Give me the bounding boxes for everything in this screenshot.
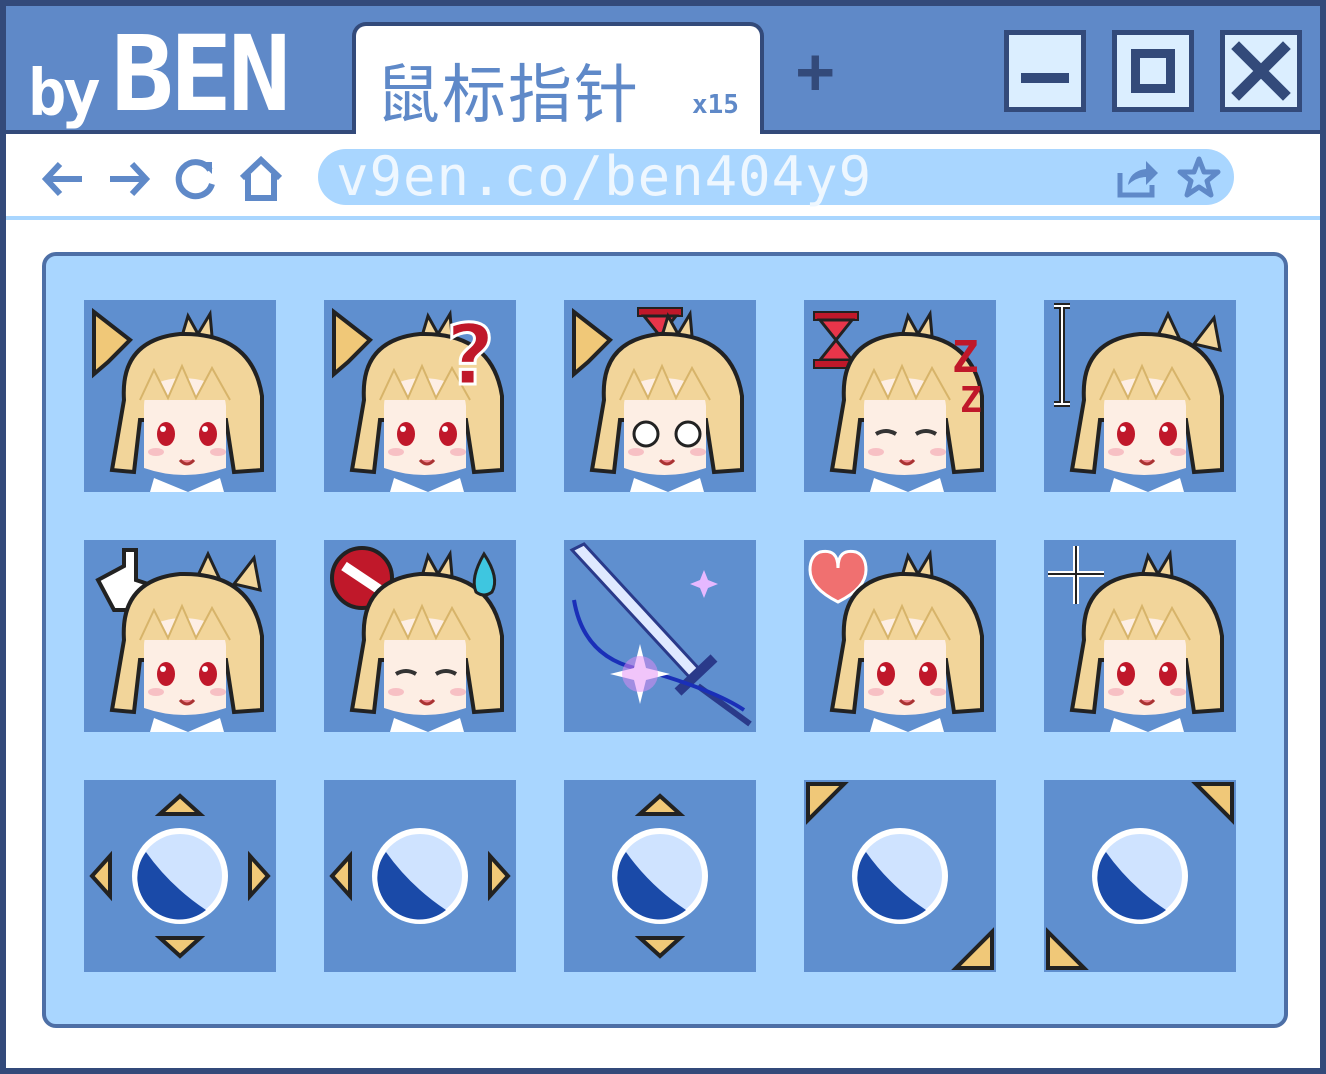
hourglass-arrow-icon bbox=[572, 307, 744, 492]
logo-by: by bbox=[28, 57, 101, 131]
maximize-icon bbox=[1131, 49, 1175, 93]
cursor-tile-handwriting[interactable] bbox=[564, 540, 756, 732]
cursor-tile-precision-select[interactable] bbox=[1044, 540, 1236, 732]
cursor-tile-horizontal-resize[interactable] bbox=[324, 780, 516, 972]
move-icon bbox=[89, 793, 271, 959]
close-button[interactable] bbox=[1220, 30, 1302, 112]
share-icon[interactable] bbox=[1114, 155, 1160, 199]
cursor-tile-diagonal-resize-1[interactable] bbox=[804, 780, 996, 972]
cursor-tile-move[interactable] bbox=[84, 780, 276, 972]
heart-icon bbox=[808, 549, 984, 732]
svg-text:?: ? bbox=[446, 306, 495, 404]
svg-text:Z: Z bbox=[952, 332, 979, 383]
resize-v-icon bbox=[612, 793, 708, 959]
hand-icon bbox=[95, 548, 264, 732]
resize-h-icon bbox=[329, 828, 511, 924]
back-arrow-icon[interactable] bbox=[38, 154, 88, 204]
title-bar: by BEN 鼠标指针 x15 + bbox=[6, 6, 1320, 138]
crosshair-icon bbox=[1048, 546, 1224, 732]
refresh-icon[interactable] bbox=[170, 154, 220, 204]
close-icon bbox=[1231, 41, 1291, 101]
cursor-tile-vertical-resize[interactable] bbox=[564, 780, 756, 972]
active-tab[interactable]: 鼠标指针 x15 bbox=[352, 22, 764, 138]
cursor-tile-link-select[interactable] bbox=[84, 540, 276, 732]
resize-d2-icon bbox=[1046, 782, 1234, 970]
cursor-tile-help-select[interactable]: ? bbox=[324, 300, 516, 492]
resize-d1-icon bbox=[806, 782, 994, 970]
cursor-tile-working-in-background[interactable] bbox=[564, 300, 756, 492]
maximize-button[interactable] bbox=[1112, 30, 1194, 112]
hourglass-icon: ZZ bbox=[813, 309, 984, 492]
home-icon[interactable] bbox=[236, 154, 286, 204]
cursor-tile-alternate-select[interactable] bbox=[804, 540, 996, 732]
logo-name: BEN bbox=[111, 13, 291, 135]
no-entry-icon bbox=[330, 546, 504, 732]
arrow-icon bbox=[92, 307, 264, 492]
cursor-tile-text-select[interactable] bbox=[1044, 300, 1236, 492]
forward-arrow-icon[interactable] bbox=[104, 154, 154, 204]
url-field[interactable]: v9en.co/ben404y9 bbox=[318, 149, 1234, 205]
cursor-tile-unavailable[interactable] bbox=[324, 540, 516, 732]
tab-count: x15 bbox=[692, 90, 739, 120]
question-icon: ? bbox=[332, 305, 504, 492]
minimize-button[interactable] bbox=[1004, 30, 1086, 112]
cursor-tile-diagonal-resize-2[interactable] bbox=[1044, 780, 1236, 972]
sword-icon bbox=[569, 542, 752, 727]
logo: by BEN bbox=[28, 13, 291, 135]
svg-text:Z: Z bbox=[960, 380, 982, 421]
tab-title: 鼠标指针 bbox=[376, 59, 640, 133]
ibeam-icon bbox=[1054, 303, 1224, 492]
cursor-tile-busy[interactable]: ZZ bbox=[804, 300, 996, 492]
star-icon[interactable] bbox=[1176, 155, 1222, 199]
cursor-tile-normal-select[interactable] bbox=[84, 300, 276, 492]
minimize-icon bbox=[1021, 73, 1069, 83]
new-tab-button[interactable]: + bbox=[796, 40, 835, 104]
url-text: v9en.co/ben404y9 bbox=[336, 145, 873, 208]
